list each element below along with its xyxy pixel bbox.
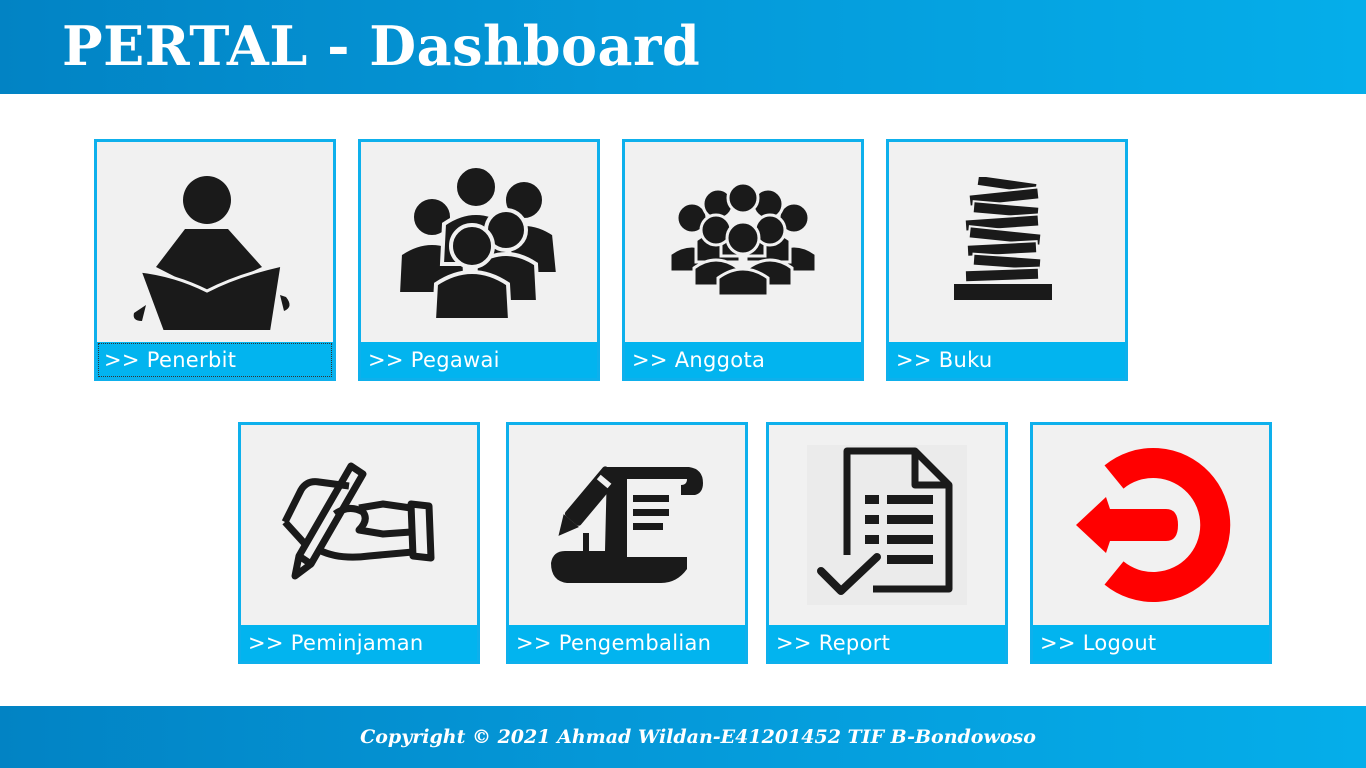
tile-penerbit[interactable]: >> Penerbit (94, 139, 336, 381)
tile-peminjaman[interactable]: >> Peminjaman (238, 422, 480, 664)
hand-pen-icon (241, 425, 477, 625)
tile-label: >> Logout (1033, 625, 1269, 661)
tile-label: >> Penerbit (97, 342, 333, 378)
report-document-icon (769, 425, 1005, 625)
tile-label: >> Report (769, 625, 1005, 661)
tile-label: >> Peminjaman (241, 625, 477, 661)
books-stack-icon (889, 142, 1125, 342)
tile-pegawai[interactable]: >> Pegawai (358, 139, 600, 381)
tile-label: >> Pengembalian (509, 625, 745, 661)
scroll-pen-icon (509, 425, 745, 625)
tile-label: >> Pegawai (361, 342, 597, 378)
tile-anggota[interactable]: >> Anggota (622, 139, 864, 381)
tile-logout[interactable]: >> Logout (1030, 422, 1272, 664)
tile-label: >> Anggota (625, 342, 861, 378)
header-bar: PERTAL - Dashboard (0, 0, 1366, 94)
reading-person-icon (97, 142, 333, 342)
logout-icon (1033, 425, 1269, 625)
tile-buku[interactable]: >> Buku (886, 139, 1128, 381)
page-title: PERTAL - Dashboard (62, 14, 701, 78)
copyright-text: Copyright © 2021 Ahmad Wildan-E41201452 … (360, 726, 1036, 748)
crowd-icon (625, 142, 861, 342)
tile-pengembalian[interactable]: >> Pengembalian (506, 422, 748, 664)
footer-bar: Copyright © 2021 Ahmad Wildan-E41201452 … (0, 706, 1366, 768)
tile-report[interactable]: >> Report (766, 422, 1008, 664)
tile-label: >> Buku (889, 342, 1125, 378)
group-icon (361, 142, 597, 342)
